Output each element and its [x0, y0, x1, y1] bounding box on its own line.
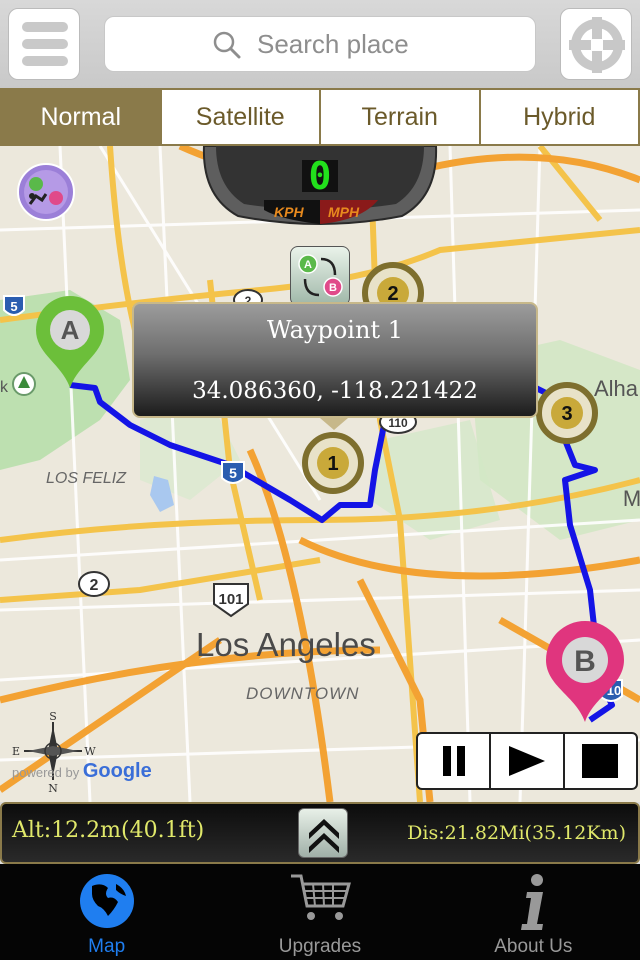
- map-type-terrain[interactable]: Terrain: [321, 90, 481, 144]
- trip-status-bar: Alt:12.2m(40.1ft) Dis:21.82Mi(35.12Km): [0, 802, 640, 864]
- globe-icon: [79, 874, 134, 928]
- tab-map[interactable]: Map: [0, 864, 213, 960]
- tab-map-label: Map: [88, 936, 126, 957]
- svg-text:E: E: [12, 745, 20, 758]
- svg-text:5: 5: [10, 299, 17, 314]
- svg-text:S: S: [49, 710, 57, 723]
- svg-text:M: M: [623, 486, 640, 511]
- attribution-prefix: powered by: [12, 765, 80, 780]
- speed-value: 0: [308, 154, 332, 198]
- map-label-downtown: DOWNTOWN: [246, 684, 360, 703]
- svg-text:W: W: [84, 745, 96, 758]
- tab-upgrades[interactable]: Upgrades: [213, 864, 426, 960]
- svg-text:1: 1: [327, 453, 338, 475]
- locate-button[interactable]: [560, 8, 632, 80]
- pause-button[interactable]: [418, 734, 492, 788]
- map-type-normal[interactable]: Normal: [2, 90, 162, 144]
- play-icon: [508, 746, 545, 776]
- waypoint-title: Waypoint 1: [267, 316, 403, 344]
- svg-text:5: 5: [229, 465, 237, 481]
- waypoint-3-marker[interactable]: 3: [536, 382, 598, 444]
- start-pin-a[interactable]: A: [32, 294, 108, 390]
- stop-icon: [582, 744, 619, 778]
- svg-text:B: B: [329, 282, 337, 294]
- map-type-selector: Normal Satellite Terrain Hybrid: [0, 88, 640, 146]
- google-logo: Google: [82, 760, 152, 782]
- svg-text:N: N: [48, 782, 58, 794]
- google-attribution: powered by Google: [12, 760, 152, 783]
- waypoint-callout[interactable]: Waypoint 1 34.086360, -118.221422: [132, 302, 538, 418]
- menu-button[interactable]: [8, 8, 80, 80]
- menu-icon-bar: [22, 22, 68, 32]
- svg-text:101: 101: [218, 591, 243, 608]
- play-button[interactable]: [491, 734, 565, 788]
- altitude-readout: Alt:12.2m(40.1ft): [12, 818, 205, 843]
- menu-icon-bar: [22, 39, 68, 49]
- waypoint-coordinates: 34.086360, -118.221422: [192, 378, 478, 404]
- end-pin-b[interactable]: B: [542, 620, 628, 724]
- svg-text:A: A: [304, 259, 312, 271]
- chevron-up-icon: [309, 819, 339, 853]
- map-type-satellite[interactable]: Satellite: [162, 90, 321, 144]
- svg-text:2: 2: [90, 577, 99, 594]
- svg-text:3: 3: [561, 403, 572, 425]
- speed-unit-mph[interactable]: MPH: [328, 204, 359, 220]
- tab-about-label: About Us: [494, 936, 573, 957]
- swap-route-button[interactable]: A B: [290, 246, 350, 306]
- crosshair-icon: [569, 17, 625, 73]
- top-bar: Search place: [0, 0, 640, 88]
- svg-text:k: k: [0, 379, 9, 396]
- stop-button[interactable]: [565, 734, 636, 788]
- svg-text:B: B: [574, 645, 596, 678]
- map-label-los-feliz: LOS FELIZ: [46, 470, 127, 487]
- callout-pointer: [320, 418, 348, 430]
- map-label-los-angeles: Los Angeles: [196, 626, 376, 663]
- svg-text:110: 110: [388, 416, 408, 430]
- expand-button[interactable]: [298, 808, 348, 858]
- distance-readout: Dis:21.82Mi(35.12Km): [407, 822, 626, 844]
- swap-ab-icon: A B: [298, 254, 343, 297]
- tab-bar: Map Upgrades About Us: [0, 864, 640, 960]
- search-icon: [213, 31, 241, 59]
- route-planner-icon[interactable]: [16, 162, 76, 222]
- playback-controls: [416, 732, 638, 790]
- menu-icon-bar: [22, 56, 68, 66]
- map-type-hybrid[interactable]: Hybrid: [481, 90, 639, 144]
- map-view[interactable]: 5 5 2 101 110 10 2 M k LOS FELIZ Los Ang…: [0, 146, 640, 802]
- tab-about[interactable]: About Us: [427, 864, 640, 960]
- cart-icon: [290, 874, 351, 920]
- search-placeholder: Search place: [257, 29, 409, 59]
- tab-upgrades-label: Upgrades: [278, 936, 362, 957]
- speed-unit-kph[interactable]: KPH: [274, 204, 304, 220]
- search-input[interactable]: Search place: [104, 16, 536, 72]
- pause-icon: [442, 746, 465, 776]
- svg-text:A: A: [61, 315, 80, 345]
- speedometer: 0 KPH MPH: [202, 146, 438, 228]
- waypoint-1-marker[interactable]: 1: [302, 432, 364, 494]
- map-label-alhambra: Alha: [594, 376, 639, 401]
- info-icon: [521, 874, 544, 930]
